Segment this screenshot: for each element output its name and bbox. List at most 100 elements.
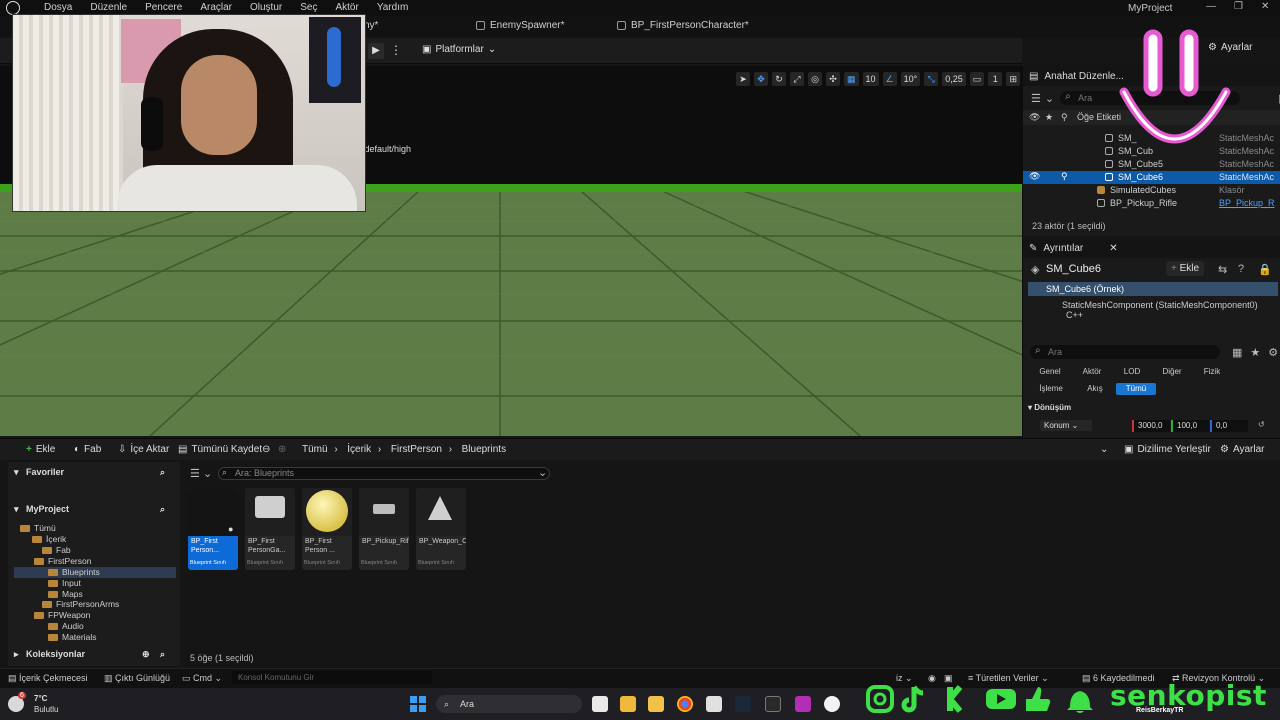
unreal-logo-icon[interactable] — [6, 1, 20, 15]
add-button[interactable]: + Ekle — [26, 444, 55, 455]
play-icon[interactable]: ▶ — [368, 43, 384, 59]
tab-bp-first-person-character[interactable]: BP_FirstPersonCharacter* — [617, 20, 749, 31]
filter-all[interactable]: Tümü — [1116, 383, 1156, 395]
chevron-down-icon[interactable]: ⌄ — [1045, 92, 1054, 105]
tab-enemy-spawner[interactable]: EnemySpawner* — [476, 20, 564, 31]
content-search-input[interactable]: Ara: Blueprints — [218, 467, 550, 480]
fab-button[interactable]: ◐ Fab — [74, 444, 101, 455]
filter-lod[interactable]: LOD — [1112, 366, 1152, 378]
tree-item-firstpersonarms[interactable]: FirstPersonArms — [14, 599, 176, 610]
menu-select[interactable]: Seç — [300, 2, 317, 13]
forward-icon[interactable]: ⊕ — [278, 444, 286, 455]
details-search-input[interactable]: Ara — [1030, 344, 1220, 359]
grid-snap-value[interactable]: 10 — [862, 72, 879, 86]
lock-icon[interactable]: 🔒 — [1258, 263, 1272, 276]
tree-item-content[interactable]: İçerik — [14, 534, 176, 545]
tree-item-input[interactable]: Input — [14, 578, 176, 589]
close-icon[interactable]: ✕ — [1261, 1, 1269, 12]
tree-item-fpweapon[interactable]: FPWeapon — [14, 610, 176, 621]
chrome-icon[interactable] — [677, 696, 693, 712]
search-icon[interactable]: ⌕ — [160, 467, 165, 478]
visibility-icon[interactable]: 👁 — [1029, 112, 1040, 123]
translate-icon[interactable]: ✥ — [754, 72, 768, 86]
pin-icon[interactable]: ⚲ — [1061, 171, 1068, 182]
close-icon[interactable]: ✕ — [1109, 243, 1117, 254]
camera-speed-icon[interactable]: ▭ — [969, 72, 985, 86]
collections-header[interactable]: ▸ Koleksiyonlar ⊕ ⌕ — [8, 649, 180, 665]
restore-icon[interactable]: ❐ — [1234, 1, 1243, 12]
notes-icon[interactable] — [648, 696, 664, 712]
menu-edit[interactable]: Düzenle — [90, 2, 127, 13]
tree-item-audio[interactable]: Audio — [14, 621, 176, 632]
filter-icon[interactable]: ☰ — [190, 467, 200, 480]
content-drawer-button[interactable]: ▤ İçerik Çekmecesi — [8, 673, 88, 684]
menu-tools[interactable]: Araçlar — [200, 2, 232, 13]
output-log-button[interactable]: ▥ Çıktı Günlüğü — [104, 673, 170, 684]
minimize-icon[interactable]: — — [1206, 1, 1216, 12]
outliner-row[interactable]: BP_Pickup_Rifle BP_Pickup_R — [1023, 197, 1280, 210]
steam-icon[interactable] — [735, 696, 751, 712]
filter-physics[interactable]: Fizik — [1192, 366, 1232, 378]
taskbar-search[interactable]: ⌕ Ara — [436, 695, 582, 713]
location-y-field[interactable]: 100,0 — [1171, 420, 1209, 432]
location-z-field[interactable]: 0,0 — [1210, 420, 1248, 432]
component-cpp-link[interactable]: C++ — [1066, 310, 1083, 320]
asset-bp-pickup-rifle[interactable]: BP_Pickup_Rifle Blueprint Sınıfı — [359, 488, 409, 570]
console-input[interactable]: Konsol Komutunu Gir — [232, 671, 432, 684]
asset-bp-weapon-component[interactable]: BP_Weapon_Component Blueprint Sınıfı — [416, 488, 466, 570]
tree-item-materials[interactable]: Materials — [14, 632, 176, 643]
details-tab[interactable]: ✎ Ayrıntılar ✕ — [1023, 238, 1280, 258]
tree-item-maps[interactable]: Maps — [14, 589, 176, 600]
asset-bp-first-person-gamemode[interactable]: BP_First PersonGa... Blueprint Sınıfı — [245, 488, 295, 570]
rotation-snap-icon[interactable]: ∠ — [882, 72, 897, 86]
asset-bp-first-person-character[interactable]: ● BP_First Person... Blueprint Sınıfı — [188, 488, 238, 570]
back-icon[interactable]: ⊖ — [262, 444, 270, 455]
breadcrumb-blueprints[interactable]: Blueprints — [462, 444, 506, 455]
visibility-icon[interactable]: 👁 — [1029, 171, 1040, 182]
tab-level[interactable]: ny* — [364, 20, 378, 31]
search-icon[interactable]: ⌕ — [160, 504, 165, 515]
component-row[interactable]: StaticMeshComponent (StaticMeshComponent… — [1062, 300, 1280, 320]
favorite-icon[interactable]: ★ — [1250, 346, 1260, 359]
outliner-row[interactable]: SimulatedCubes Klasör — [1023, 184, 1280, 197]
grid-snap-icon[interactable]: ▦ — [844, 72, 859, 86]
menu-file[interactable]: Dosya — [44, 2, 72, 13]
filter-rendering[interactable]: İşleme — [1030, 383, 1072, 395]
transform-section[interactable]: ▾ Dönüşüm — [1028, 403, 1278, 415]
blueprint-icon[interactable]: ⇆ — [1218, 263, 1227, 276]
filter-icon[interactable]: ☰ — [1031, 92, 1041, 105]
app-icon[interactable] — [706, 696, 722, 712]
filter-streaming[interactable]: Akış — [1076, 383, 1114, 395]
app-icon-purple[interactable] — [795, 696, 811, 712]
chevron-down-icon[interactable]: ⌄ — [1100, 444, 1108, 455]
add-component-button[interactable]: + Ekle — [1166, 261, 1205, 276]
chevron-down-icon[interactable]: ⌄ — [203, 467, 212, 480]
outliner-row-selected[interactable]: 👁 ⚲ SM_Cube6 StaticMeshAc — [1023, 171, 1280, 184]
tree-item-firstperson[interactable]: FirstPerson — [14, 556, 176, 567]
filter-actor[interactable]: Aktör — [1072, 366, 1112, 378]
menu-help[interactable]: Yardım — [377, 2, 409, 13]
menu-actor[interactable]: Aktör — [335, 2, 358, 13]
menu-window[interactable]: Pencere — [145, 2, 182, 13]
add-collection-icon[interactable]: ⊕ — [142, 649, 150, 660]
file-explorer-icon[interactable] — [620, 696, 636, 712]
tree-item-fab[interactable]: Fab — [14, 545, 176, 556]
breadcrumb-firstperson[interactable]: FirstPerson — [391, 444, 442, 455]
platforms-dropdown[interactable]: ▣ Platformlar ⌄ — [422, 44, 496, 55]
row-type-link[interactable]: BP_Pickup_R — [1219, 198, 1275, 208]
surface-snap-icon[interactable]: ✣ — [826, 72, 840, 86]
save-all-button[interactable]: ▤ Tümünü Kaydet — [178, 444, 262, 455]
component-root-selected[interactable]: SM_Cube6 (Örnek) — [1028, 282, 1278, 296]
scale-snap-value[interactable]: 0,25 — [942, 72, 966, 86]
dock-button[interactable]: ▣ Dizilime Yerleştir — [1124, 444, 1211, 455]
windows-start-icon[interactable] — [410, 696, 426, 712]
grid-view-icon[interactable]: ▦ — [1232, 346, 1242, 359]
scale-snap-icon[interactable]: ⤡ — [924, 72, 939, 86]
chevron-down-icon[interactable]: ⌄ — [538, 466, 547, 479]
rotate-icon[interactable]: ↻ — [772, 72, 786, 86]
cb-settings-button[interactable]: ⚙ Ayarlar — [1220, 444, 1264, 455]
item-label-column[interactable]: Öğe Etiketi — [1077, 112, 1121, 122]
cmd-dropdown[interactable]: ▭ Cmd ⌄ — [182, 673, 222, 684]
breadcrumb-content[interactable]: İçerik — [347, 444, 371, 455]
location-x-field[interactable]: 3000,0 — [1132, 420, 1170, 432]
